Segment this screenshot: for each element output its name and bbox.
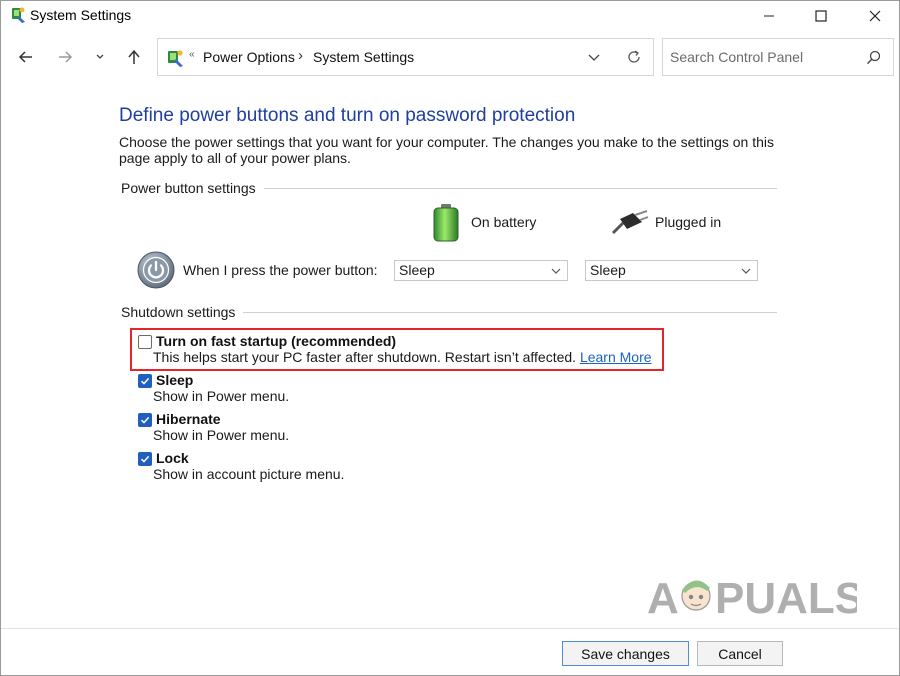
cancel-button[interactable]: Cancel	[697, 641, 783, 666]
watermark-letter-a: A	[647, 574, 679, 622]
page-description: Choose the power settings that you want …	[119, 134, 775, 166]
power-button-icon	[137, 251, 175, 289]
save-changes-button[interactable]: Save changes	[562, 641, 689, 666]
sleep-option-title[interactable]: Sleep	[156, 372, 193, 388]
checkmark-icon	[140, 377, 150, 385]
power-plug-icon	[611, 210, 649, 235]
fast-startup-desc-text: This helps start your PC faster after sh…	[153, 349, 577, 365]
fast-startup-description: This helps start your PC faster after sh…	[153, 349, 652, 365]
fast-startup-checkbox[interactable]	[138, 335, 152, 349]
footer-divider	[1, 628, 899, 629]
forward-button[interactable]	[53, 45, 77, 69]
minimize-button[interactable]	[746, 1, 792, 31]
on-battery-power-button-select[interactable]: Sleep	[394, 260, 568, 281]
control-panel-app-icon	[12, 7, 25, 23]
shutdown-settings-label: Shutdown settings	[121, 304, 244, 320]
hibernate-option-desc: Show in Power menu.	[153, 427, 290, 443]
maximize-icon	[815, 10, 827, 22]
fast-startup-title[interactable]: Turn on fast startup (recommended)	[156, 333, 396, 349]
search-icon[interactable]	[866, 50, 881, 65]
refresh-icon[interactable]	[626, 49, 642, 65]
checkmark-icon	[140, 455, 150, 463]
lock-checkbox[interactable]	[138, 452, 152, 466]
up-arrow-icon	[128, 49, 140, 64]
search-input[interactable]	[663, 39, 853, 75]
chevron-down-icon	[741, 268, 751, 274]
recent-locations-button[interactable]	[88, 45, 112, 69]
plugged-in-header: Plugged in	[655, 214, 722, 230]
breadcrumb-power-options[interactable]: Power Options	[203, 49, 295, 65]
forward-arrow-icon	[59, 51, 73, 63]
search-box[interactable]	[662, 38, 894, 76]
appuals-watermark-logo: A PUALS	[647, 574, 857, 622]
title-bar: System Settings	[1, 1, 899, 31]
breadcrumb-overflow[interactable]: «	[189, 49, 195, 60]
hibernate-checkbox[interactable]	[138, 413, 152, 427]
minimize-icon	[764, 15, 774, 17]
lock-option-title[interactable]: Lock	[156, 450, 189, 466]
power-button-settings-label: Power button settings	[121, 180, 264, 196]
chevron-down-icon	[551, 268, 561, 274]
on-battery-header: On battery	[471, 214, 537, 230]
address-dropdown-icon[interactable]	[587, 50, 601, 64]
sleep-checkbox[interactable]	[138, 374, 152, 388]
battery-icon	[433, 204, 459, 242]
lock-option-desc: Show in account picture menu.	[153, 466, 345, 482]
window-title: System Settings	[30, 7, 132, 23]
close-button[interactable]	[852, 1, 898, 31]
plugged-in-selected-value: Sleep	[590, 262, 626, 278]
checkmark-icon	[140, 416, 150, 424]
back-arrow-icon	[18, 51, 32, 63]
power-button-action-label: When I press the power button:	[183, 262, 378, 278]
control-panel-icon	[168, 50, 183, 67]
address-bar[interactable]: « Power Options › System Settings	[157, 38, 654, 76]
system-settings-window: System Settings « Power Options › System…	[0, 0, 900, 676]
hibernate-option-title[interactable]: Hibernate	[156, 411, 221, 427]
breadcrumb-system-settings[interactable]: System Settings	[313, 49, 414, 65]
page-title: Define power buttons and turn on passwor…	[119, 105, 576, 126]
on-battery-selected-value: Sleep	[399, 262, 435, 278]
watermark-mascot	[681, 580, 711, 611]
close-icon	[869, 10, 881, 22]
chevron-down-icon	[96, 54, 104, 59]
maximize-button[interactable]	[798, 1, 844, 31]
learn-more-link[interactable]: Learn More	[580, 349, 652, 365]
back-button[interactable]	[14, 45, 38, 69]
navigation-bar: « Power Options › System Settings	[1, 31, 899, 83]
plugged-in-power-button-select[interactable]: Sleep	[585, 260, 758, 281]
sleep-option-desc: Show in Power menu.	[153, 388, 290, 404]
up-button[interactable]	[122, 45, 146, 69]
breadcrumb-separator[interactable]: ›	[298, 47, 303, 64]
watermark-text: PUALS	[715, 574, 857, 622]
